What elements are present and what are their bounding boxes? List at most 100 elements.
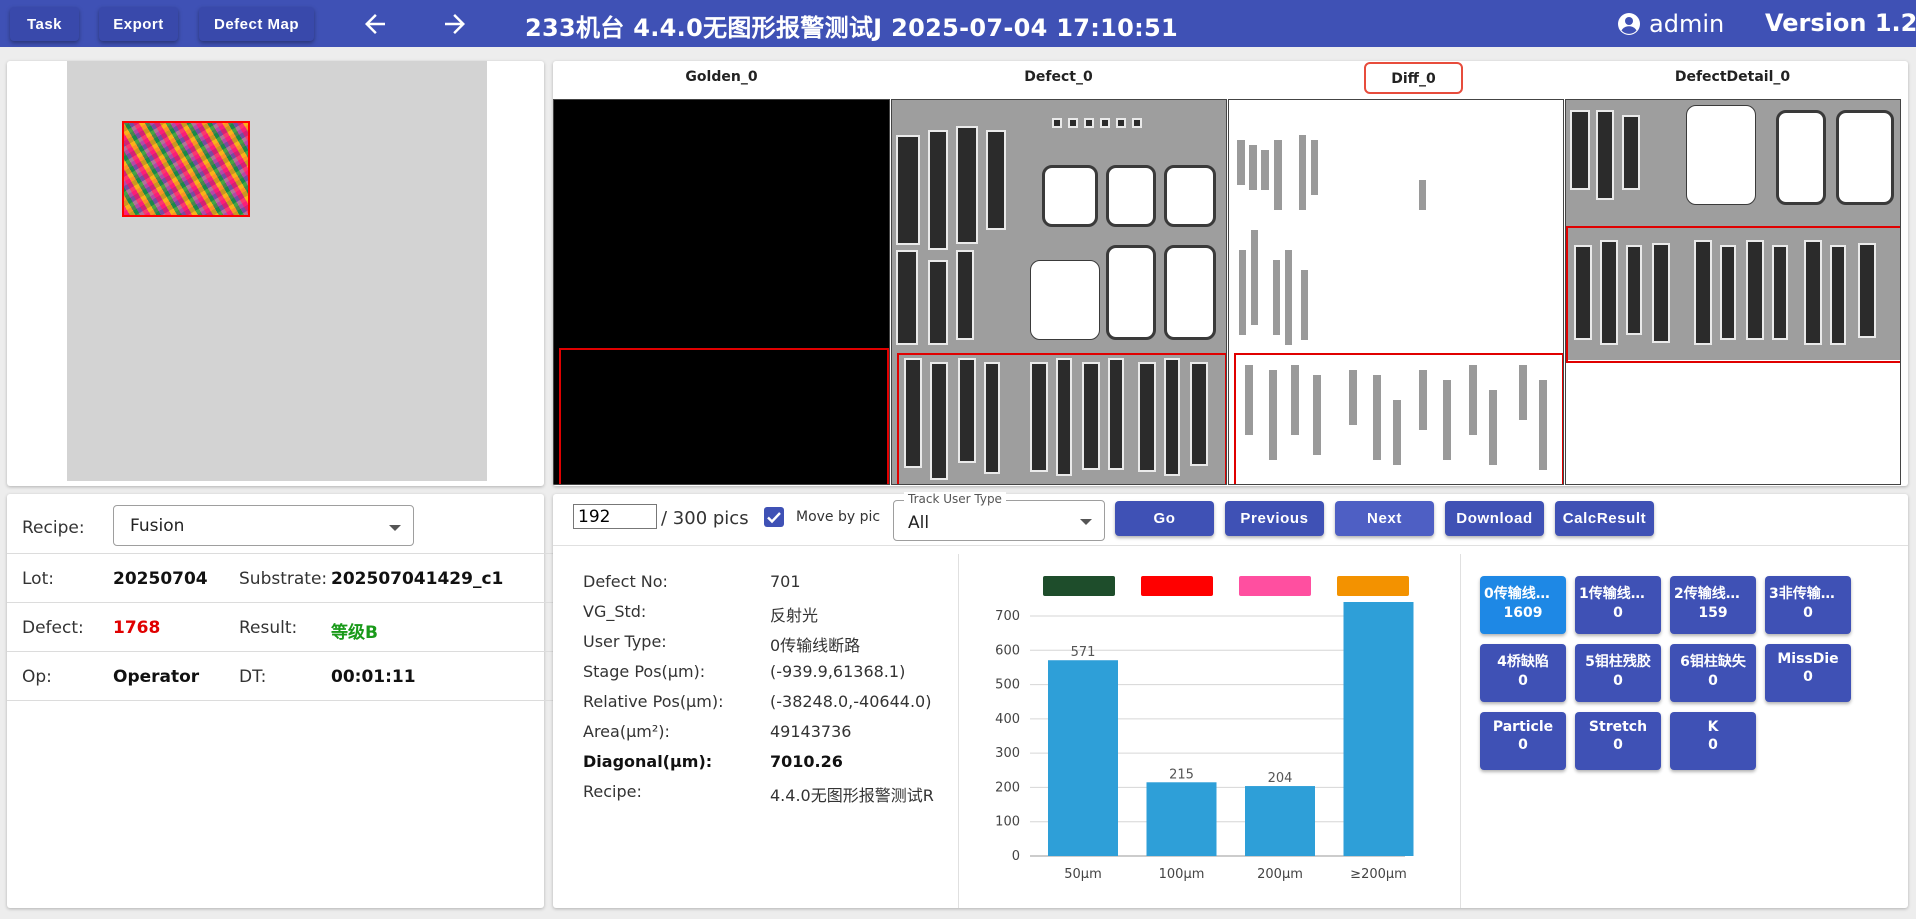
checkmark-icon — [767, 512, 781, 524]
defect-type-name: 3非传输线缺陷 — [1769, 586, 1851, 602]
divider — [553, 545, 1908, 546]
pic-number-input[interactable] — [573, 504, 657, 529]
defect-type-name: 1传输线短路 — [1579, 586, 1659, 602]
dt-label: DT: — [239, 667, 267, 687]
size-distribution-chart: 0 100 200 300 400 500 600 700 571 50μm 215 100μm 204… — [995, 602, 1414, 882]
op-row: Op: Operator DT: 00:01:11 — [7, 652, 553, 701]
top-bar: Task Export Defect Map 233机台 4.4.0无图形报警测… — [0, 0, 1916, 47]
recipe-label: Recipe: — [22, 518, 85, 538]
wafer-map-canvas[interactable] — [67, 61, 487, 481]
defect-type-count: 0 — [1708, 673, 1718, 689]
task-button[interactable]: Task — [10, 7, 79, 41]
pic-total: / 300 pics — [661, 508, 749, 529]
divider — [958, 554, 959, 908]
recipe-detail-label: Recipe: — [583, 782, 642, 801]
defect-label: Defect: — [22, 618, 84, 638]
lot-value: 20250704 — [113, 569, 208, 589]
bar-100μm — [1146, 782, 1217, 856]
op-value: Operator — [113, 667, 200, 687]
version-label: Version 1.2 — [1765, 9, 1916, 37]
calc-result-button[interactable]: CalcResult — [1555, 501, 1654, 536]
move-by-pic-checkbox[interactable] — [764, 507, 784, 527]
recipe-row: Recipe: Fusion — [7, 494, 553, 554]
defect-type-button[interactable]: MissDie 0 — [1765, 644, 1851, 702]
bar-200μm — [1245, 786, 1315, 856]
y-tick-label: 300 — [995, 746, 1020, 761]
page-title: 233机台 4.4.0无图形报警测试J 2025-07-04 17:10:51 — [525, 14, 1179, 42]
info-panel: Recipe: Fusion Lot: 20250704 Substrate: … — [7, 494, 553, 908]
result-value: 等级B — [331, 623, 378, 643]
defect-type-button[interactable]: 6钼柱缺失 0 — [1670, 644, 1756, 702]
defect-type-button[interactable]: 1传输线短路 0 — [1575, 576, 1661, 634]
move-by-pic-label: Move by pic — [796, 509, 881, 525]
legend-swatch-3[interactable] — [1239, 576, 1311, 596]
defect-no-label: Defect No: — [583, 572, 668, 591]
defect-type-name: 0传输线断路 — [1484, 586, 1564, 602]
wafer-defect-region[interactable] — [122, 121, 250, 217]
tab-defect[interactable]: Defect_0 — [890, 69, 1227, 85]
defect-type-count: 1609 — [1503, 605, 1543, 621]
user-menu[interactable]: admin — [1617, 9, 1724, 39]
defect-map-button[interactable]: Defect Map — [199, 7, 314, 41]
defect-type-button[interactable]: 4桥缺陷 0 — [1480, 644, 1566, 702]
previous-button[interactable]: Previous — [1225, 501, 1324, 536]
result-label: Result: — [239, 618, 298, 638]
legend-swatch-4[interactable] — [1337, 576, 1409, 596]
defect-type-button[interactable]: 5钼柱残胶 0 — [1575, 644, 1661, 702]
bar-value-label: 571 — [1071, 645, 1096, 660]
area-label: Area(μm²): — [583, 722, 670, 741]
forward-arrow-icon[interactable] — [440, 9, 470, 39]
defect-detail-image[interactable] — [1565, 99, 1901, 485]
defect-type-name: MissDie — [1777, 651, 1839, 667]
go-button[interactable]: Go — [1115, 501, 1214, 536]
defect-type-button[interactable]: Particle 0 — [1480, 712, 1566, 770]
defect-type-name: 4桥缺陷 — [1497, 654, 1549, 670]
chevron-down-icon — [1080, 519, 1092, 525]
wafer-map-panel — [7, 61, 544, 486]
diagonal-value: 7010.26 — [770, 752, 843, 771]
account-circle-icon — [1618, 13, 1640, 35]
defect-type-count: 0 — [1518, 673, 1528, 689]
bar-value-label: 204 — [1268, 771, 1293, 786]
stage-pos-label: Stage Pos(μm): — [583, 662, 706, 681]
recipe-detail-value: 4.4.0无图形报警测试R — [770, 786, 934, 805]
golden-image[interactable] — [553, 99, 890, 485]
defect-type-name: 5钼柱残胶 — [1585, 654, 1651, 670]
next-button[interactable]: Next — [1335, 501, 1434, 536]
recipe-select[interactable]: Fusion — [113, 505, 414, 546]
diff-image[interactable] — [1228, 99, 1564, 485]
defect-type-button[interactable]: 3非传输线缺陷 0 — [1765, 576, 1851, 634]
defect-type-button[interactable]: Stretch 0 — [1575, 712, 1661, 770]
defect-type-count: 0 — [1613, 673, 1623, 689]
defect-type-name: Particle — [1492, 719, 1554, 735]
defect-image[interactable] — [891, 99, 1227, 485]
legend-swatch-2[interactable] — [1141, 576, 1213, 596]
defect-type-count: 0 — [1613, 737, 1623, 753]
relative-pos-value: (-38248.0,-40644.0) — [770, 692, 932, 711]
tab-diff[interactable]: Diff_0 — [1364, 62, 1463, 94]
defect-type-name: 6钼柱缺失 — [1680, 654, 1746, 670]
tab-defect-detail[interactable]: DefectDetail_0 — [1564, 69, 1901, 85]
defect-type-count: 0 — [1518, 737, 1528, 753]
defect-type-button[interactable]: 0传输线断路 1609 — [1480, 576, 1566, 634]
username: admin — [1649, 10, 1725, 38]
back-arrow-icon[interactable] — [360, 9, 390, 39]
op-label: Op: — [22, 667, 52, 687]
x-tick-label: 100μm — [1159, 867, 1205, 882]
track-user-type-value: All — [908, 513, 930, 533]
x-tick-label: 50μm — [1064, 867, 1101, 882]
track-user-type-select[interactable]: Track User Type All — [893, 492, 1105, 541]
y-tick-label: 200 — [995, 780, 1020, 795]
dt-value: 00:01:11 — [331, 667, 416, 687]
defect-type-name: 2传输线缺口 — [1674, 586, 1754, 602]
diagonal-label: Diagonal(μm): — [583, 752, 713, 771]
download-button[interactable]: Download — [1445, 501, 1544, 536]
defect-count: 1768 — [113, 618, 161, 638]
defect-type-button[interactable]: 2传输线缺口 159 — [1670, 576, 1756, 634]
legend-swatch-1[interactable] — [1043, 576, 1115, 596]
recipe-select-value: Fusion — [130, 516, 185, 536]
tab-golden[interactable]: Golden_0 — [553, 69, 890, 85]
export-button[interactable]: Export — [99, 7, 178, 41]
stage-pos-value: (-939.9,61368.1) — [770, 662, 906, 681]
defect-type-button[interactable]: K0 — [1670, 712, 1756, 770]
